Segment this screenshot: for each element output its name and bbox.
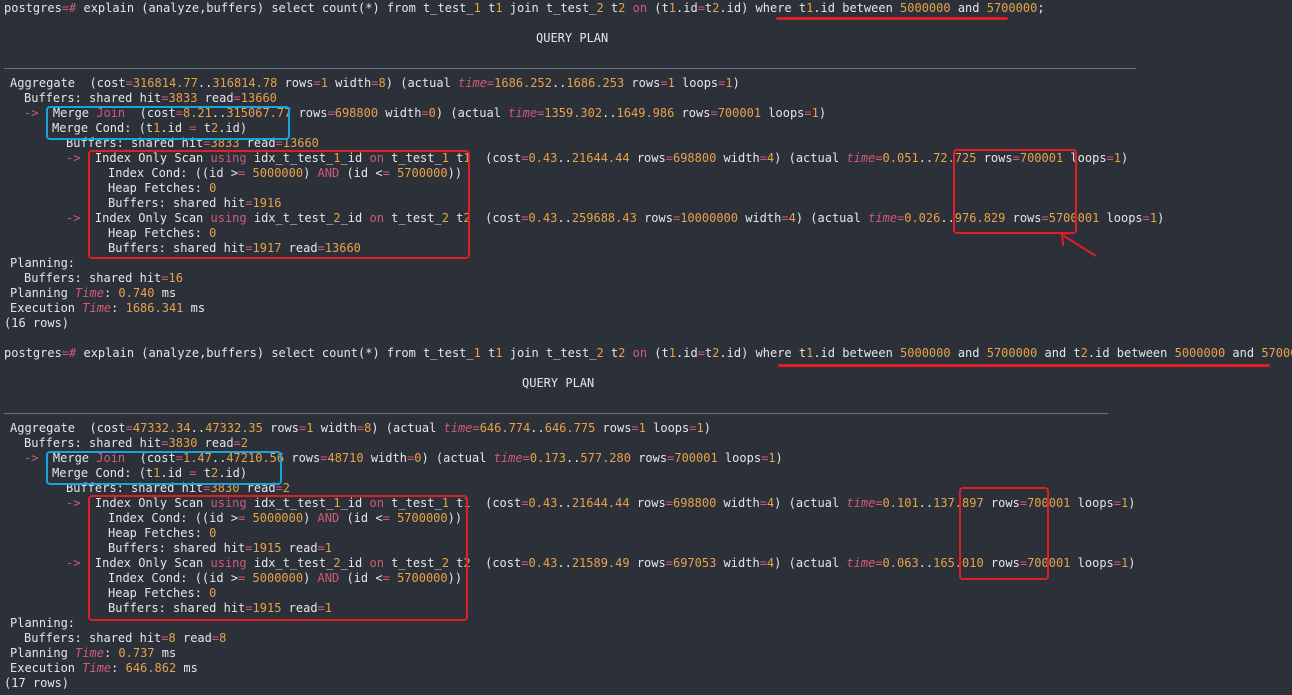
arrow-icon	[1060, 231, 1097, 257]
where-clause-underline	[776, 17, 1008, 20]
plan-planning-time: Planning Time: 0.740 ms	[10, 286, 177, 300]
index-scans-highlight	[88, 150, 470, 259]
command-text: explain (analyze,buffers) select count(*…	[83, 346, 1292, 360]
prompt: postgres	[4, 346, 62, 360]
command-text: explain (analyze,buffers) select count(*…	[83, 1, 1045, 15]
merge-join-highlight	[46, 106, 290, 140]
header-separator	[4, 413, 1108, 414]
plan-execution-time: Execution Time: 646.862 ms	[10, 661, 198, 675]
plan-agg-buffers: Buffers: shared hit=3833 read=13660	[24, 91, 277, 105]
where-clause-underline	[778, 364, 1270, 367]
command-line-2: postgres=# explain (analyze,buffers) sel…	[4, 346, 1292, 361]
plan-execution-time: Execution Time: 1686.341 ms	[10, 301, 206, 315]
row-count: (16 rows)	[4, 316, 70, 330]
plan-aggregate: Aggregate (cost=47332.34..47332.35 rows=…	[10, 421, 711, 435]
plan-aggregate: Aggregate (cost=316814.77..316814.78 row…	[10, 76, 740, 90]
index-scans-highlight	[88, 495, 468, 621]
plan-planning-time: Planning Time: 0.737 ms	[10, 646, 177, 660]
terminal-window[interactable]: postgres=# explain (analyze,buffers) sel…	[0, 0, 1292, 695]
query-plan-header: QUERY PLAN	[522, 376, 595, 390]
plan-planning-buffers: Buffers: shared hit=16	[24, 271, 183, 285]
row-count: (17 rows)	[4, 676, 70, 690]
prompt: postgres	[4, 1, 62, 15]
plan-agg-buffers: Buffers: shared hit=3830 read=2	[24, 436, 249, 450]
rows-highlight	[953, 149, 1077, 234]
query-plan-header: QUERY PLAN	[536, 31, 609, 45]
rows-highlight	[959, 487, 1049, 580]
command-line-1: postgres=# explain (analyze,buffers) sel…	[4, 1, 1045, 15]
header-separator	[4, 68, 1136, 69]
plan-planning: Planning:	[10, 616, 76, 630]
merge-join-highlight	[46, 451, 282, 485]
plan-planning-buffers: Buffers: shared hit=8 read=8	[24, 631, 227, 645]
plan-planning: Planning:	[10, 256, 76, 270]
